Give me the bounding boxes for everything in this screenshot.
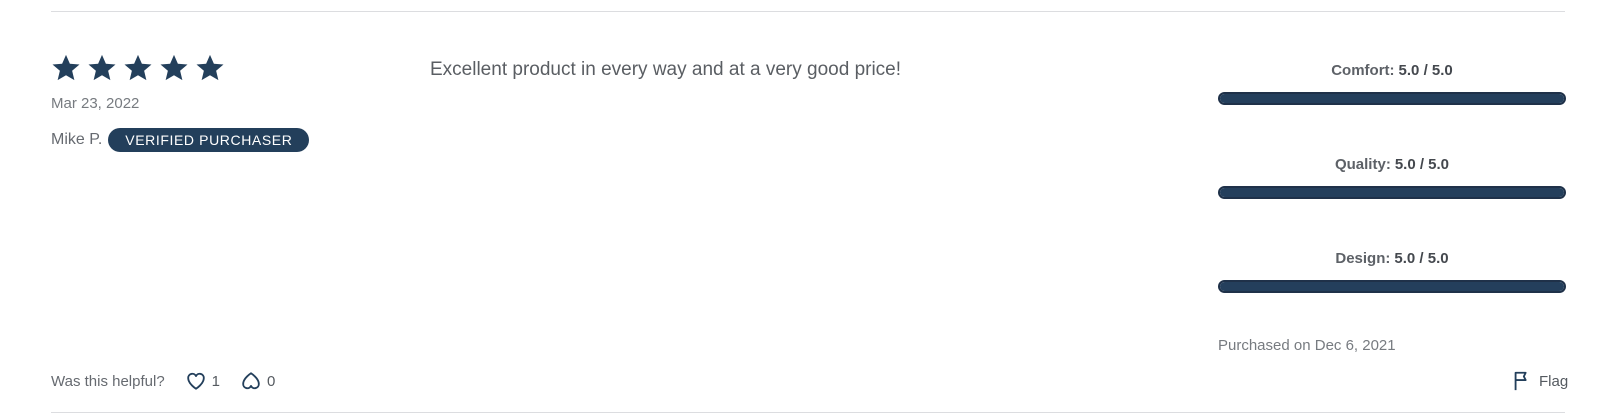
top-divider xyxy=(51,11,1565,12)
flag-button[interactable]: Flag xyxy=(1511,370,1568,392)
helpful-yes-button[interactable]: 1 xyxy=(185,370,220,392)
rating-bar xyxy=(1218,280,1566,293)
rating-bar-fill xyxy=(1220,282,1564,291)
rating-row-design: Design: 5.0 / 5.0 xyxy=(1218,248,1566,342)
star-icon xyxy=(159,53,189,83)
rating-score: 5.0 / 5.0 xyxy=(1394,156,1450,173)
rating-label: Quality: xyxy=(1334,156,1391,173)
rating-breakdown: Comfort: 5.0 / 5.0 Quality: 5.0 / 5.0 Desi… xyxy=(1218,60,1566,342)
rating-label: Comfort: xyxy=(1331,62,1395,79)
rating-row-comfort: Comfort: 5.0 / 5.0 xyxy=(1218,60,1566,154)
rating-bar xyxy=(1218,186,1566,199)
rating-label: Design: xyxy=(1335,250,1391,267)
star-rating xyxy=(51,53,225,83)
purchase-date: Purchased on Dec 6, 2021 xyxy=(1218,337,1396,354)
star-icon xyxy=(87,53,117,83)
review-card: Mar 23, 2022 Mike P. VERIFIED PURCHASER … xyxy=(0,0,1600,414)
verified-purchaser-badge: VERIFIED PURCHASER xyxy=(108,128,310,152)
rating-bar xyxy=(1218,92,1566,105)
rating-bar-fill xyxy=(1220,188,1564,197)
helpful-yes-count: 1 xyxy=(211,372,221,390)
rating-score: 5.0 / 5.0 xyxy=(1398,62,1453,79)
review-date: Mar 23, 2022 xyxy=(51,95,140,112)
rating-bar-fill xyxy=(1220,94,1564,103)
reviewer-name: Mike P. xyxy=(51,131,103,148)
helpful-no-count: 0 xyxy=(267,372,276,390)
rating-row-quality: Quality: 5.0 / 5.0 xyxy=(1218,154,1566,248)
helpful-question: Was this helpful? xyxy=(51,372,165,390)
flag-label: Flag xyxy=(1539,372,1569,390)
heart-down-icon xyxy=(240,370,267,392)
star-icon xyxy=(123,53,153,83)
review-text: Excellent product in every way and at a … xyxy=(430,59,902,80)
bottom-divider xyxy=(51,412,1565,413)
helpful-section: Was this helpful? 1 0 xyxy=(51,370,295,392)
rating-score: 5.0 / 5.0 xyxy=(1394,250,1449,267)
reviewer-info: Mike P. VERIFIED PURCHASER xyxy=(51,128,310,152)
helpful-no-button[interactable]: 0 xyxy=(240,370,275,392)
heart-icon xyxy=(185,370,212,392)
star-icon xyxy=(51,53,81,83)
star-icon xyxy=(195,53,225,83)
flag-icon xyxy=(1511,370,1539,392)
